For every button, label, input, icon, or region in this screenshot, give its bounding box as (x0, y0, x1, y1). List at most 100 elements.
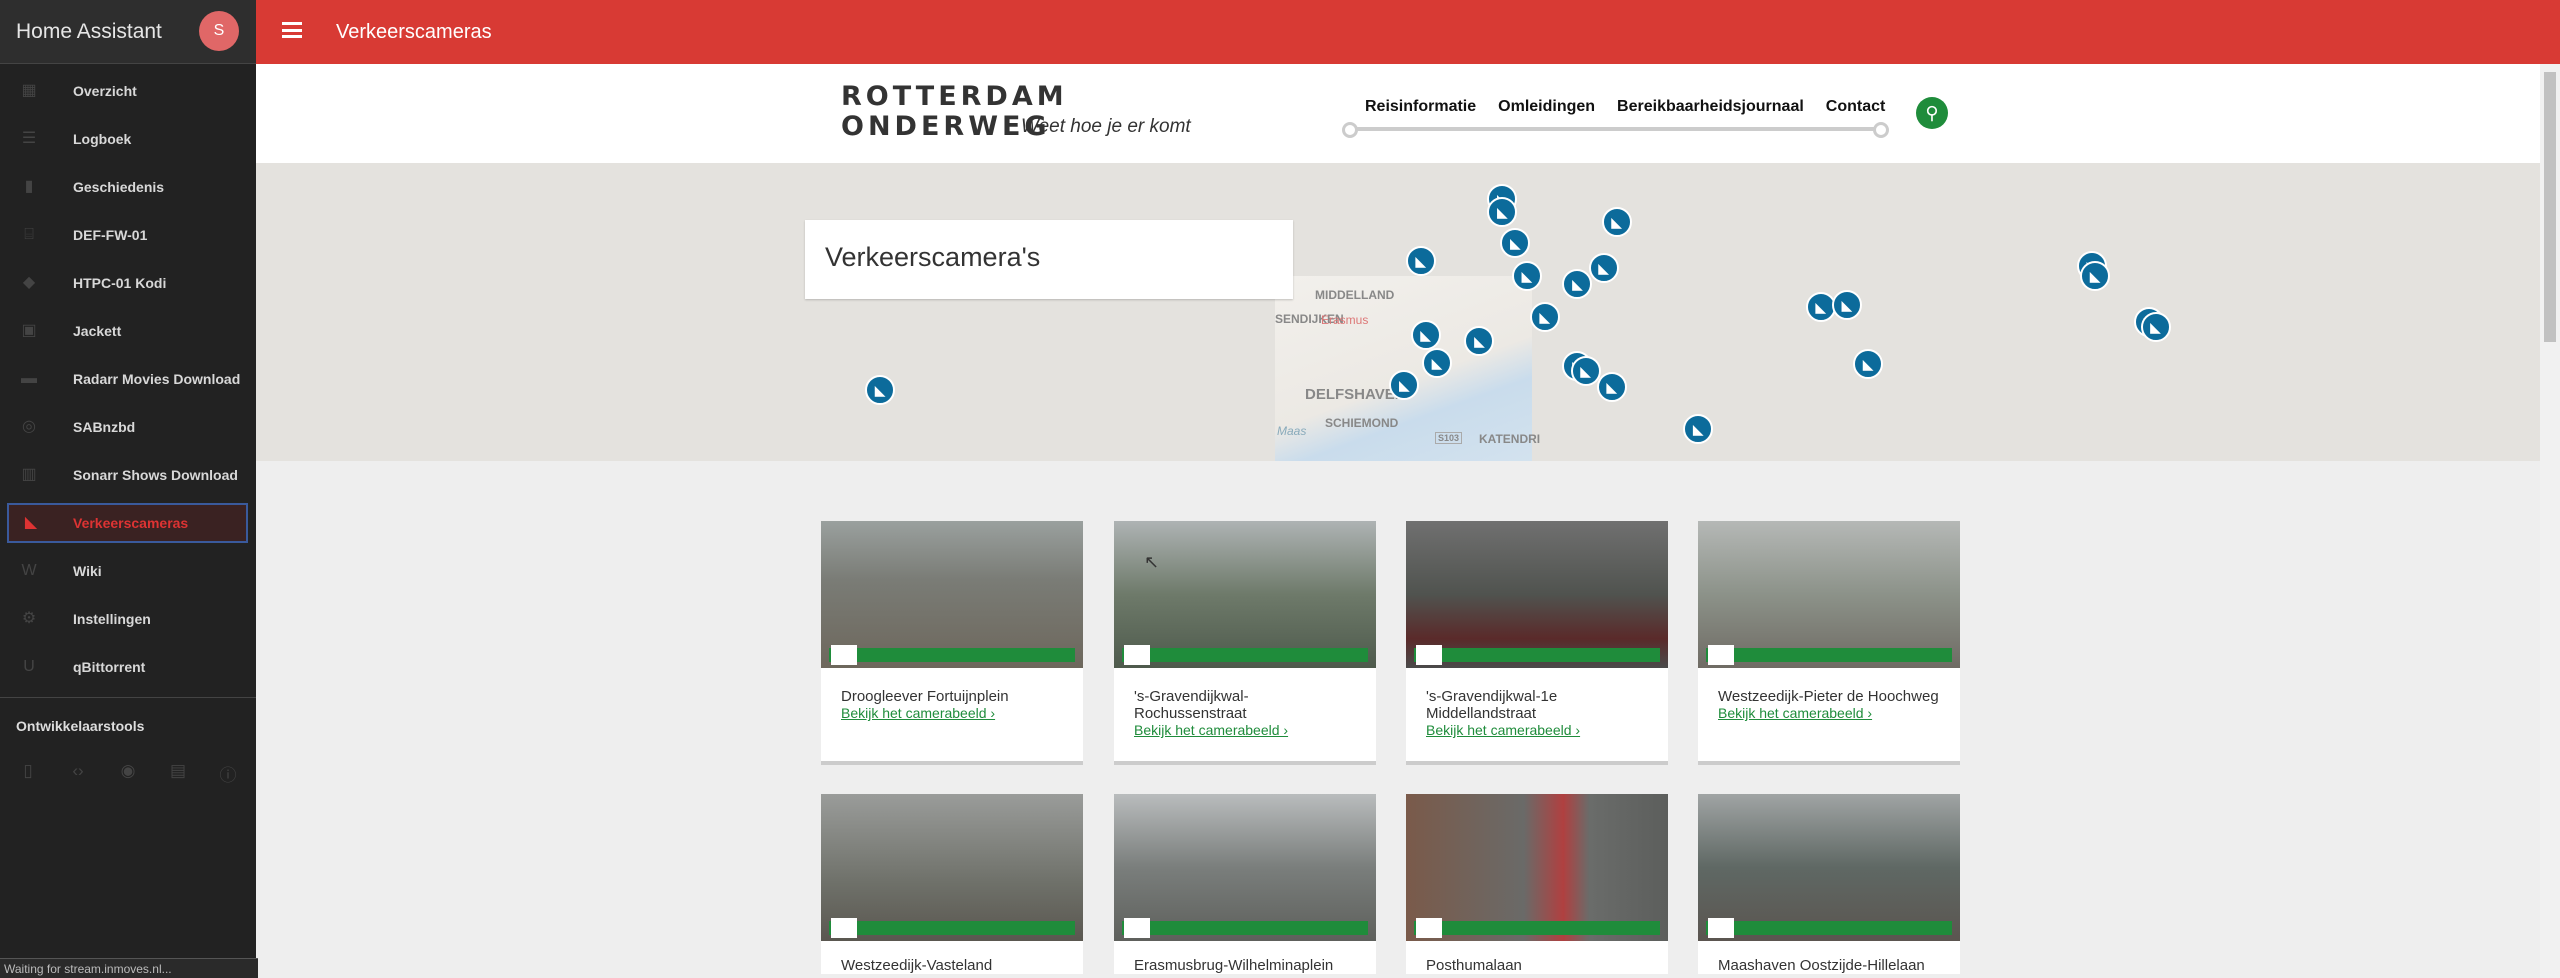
sidebar-item-label: Geschiedenis (73, 179, 165, 195)
camera-title: Erasmusbrug-Wilhelminaplein (1134, 957, 1334, 974)
sidebar-item-radarr-movies-download[interactable]: ▬ Radarr Movies Download (0, 359, 256, 399)
camera-link[interactable]: Bekijk het camerabeeld › (1698, 705, 1960, 721)
camera-marker[interactable]: ◣ (1570, 355, 1601, 386)
camera-marker[interactable]: ◣ (1405, 246, 1436, 277)
camera-card[interactable]: Droogleever Fortuijnplein Bekijk het came… (821, 521, 1083, 765)
camera-marker[interactable]: ◣ (1422, 347, 1453, 378)
broadcast-icon[interactable]: ◉ (117, 761, 139, 781)
file-code-icon[interactable]: ▤ (167, 761, 189, 781)
camera-caption-bar (1414, 645, 1660, 665)
gear-icon: ⚙ (21, 610, 37, 627)
sidebar-item-sonarr-shows-download[interactable]: ▥ Sonarr Shows Download (0, 455, 256, 495)
camera-title: Droogleever Fortuijnplein (841, 688, 1009, 705)
camera-marker[interactable]: ◣ (1562, 269, 1593, 300)
site-nav: Reisinformatie Omleidingen Bereikbaarhei… (1365, 98, 1885, 116)
mouse-cursor: ↖ (1144, 552, 1160, 572)
camera-title: 's-Gravendijkwal-1e Middellandstraat (1426, 688, 1558, 722)
chart-icon: ▮ (24, 178, 34, 195)
clapperboard-icon: ▬ (21, 370, 37, 387)
camera-marker[interactable]: ◣ (1500, 228, 1531, 259)
map-label: Erasmus (1321, 313, 1369, 327)
sidebar-item-qbittorrent[interactable]: UqBittorrent (0, 647, 256, 687)
map-label: Maas (1277, 424, 1307, 438)
sidebar-item-label: Verkeerscameras (73, 515, 189, 531)
camera-marker[interactable]: ◣ (1529, 301, 1560, 332)
camera-marker[interactable]: ◣ (865, 375, 896, 406)
camera-card[interactable]: Westzeedijk-Pieter de Hoochweg Bekijk het… (1698, 521, 1960, 765)
sidebar-item-htpc-01-kodi[interactable]: ◆ HTPC-01 Kodi (0, 263, 256, 303)
sidebar-item-verkeerscameras[interactable]: ◣ Verkeerscameras (7, 503, 248, 543)
camera-map[interactable]: MIDDELLAND SENDIJKEN Erasmus DELFSHAVEN … (256, 163, 2540, 461)
menu-icon[interactable] (282, 22, 302, 38)
camera-card[interactable]: 's-Gravendijkwal-1e Middellandstraat Beki… (1406, 521, 1668, 765)
camera-link[interactable]: Bekijk het camerabeeld › (821, 705, 1083, 721)
sidebar-item-def-fw-01[interactable]: ⌸ DEF-FW-01 (0, 215, 256, 255)
sidebar-item-label: Instellingen (73, 611, 151, 627)
camera-thumbnail[interactable] (1114, 521, 1376, 668)
camera-marker[interactable]: ◣ (1596, 372, 1627, 403)
camera-title: Maashaven Oostzijde-Hillelaan (1718, 957, 1925, 974)
camera-thumbnail[interactable] (1114, 794, 1376, 941)
film-icon: ▥ (21, 466, 37, 483)
page-title: Verkeerscameras (336, 20, 492, 43)
sidebar-item-logboek[interactable]: ☰ Logboek (0, 119, 256, 159)
sidebar-item-geschiedenis[interactable]: ▮ Geschiedenis (0, 167, 256, 207)
camera-caption-bar (829, 645, 1075, 665)
camera-card[interactable]: Westzeedijk-Vasteland (821, 794, 1083, 974)
camera-marker[interactable]: ◣ (1410, 319, 1441, 350)
camera-marker[interactable]: ◣ (2140, 311, 2171, 342)
camera-marker[interactable]: ◣ (1511, 260, 1542, 291)
camera-thumbnail[interactable] (821, 794, 1083, 941)
dev-tools-title: Ontwikkelaarstools (16, 718, 145, 734)
camera-thumbnail[interactable] (1406, 794, 1668, 941)
map-title: Verkeerscamera's (805, 220, 1293, 299)
camera-marker[interactable]: ◣ (1601, 207, 1632, 238)
cctv-icon: ◣ (24, 514, 38, 531)
scrollbar[interactable] (2540, 64, 2560, 978)
camera-marker[interactable]: ◣ (2080, 260, 2111, 291)
nav-contact[interactable]: Contact (1826, 98, 1886, 116)
info-icon[interactable]: ⓘ (217, 761, 239, 785)
camera-thumbnail[interactable] (1698, 794, 1960, 941)
nav-bereikbaarheidsjournaal[interactable]: Bereikbaarheidsjournaal (1617, 98, 1804, 116)
avatar[interactable]: S (199, 11, 239, 51)
camera-caption-bar (829, 918, 1075, 938)
camera-marker[interactable]: ◣ (1683, 414, 1714, 445)
sidebar-item-label: qBittorrent (73, 659, 146, 675)
camera-card[interactable]: Maashaven Oostzijde-Hillelaan (1698, 794, 1960, 974)
sidebar-item-label: DEF-FW-01 (73, 227, 148, 243)
camera-thumbnail[interactable] (1698, 521, 1960, 668)
sidebar-item-label: Sonarr Shows Download (73, 467, 238, 483)
camera-card[interactable]: Posthumalaan (1406, 794, 1668, 974)
camera-marker[interactable]: ◣ (1853, 349, 1884, 380)
sidebar-item-sabnzbd[interactable]: ◎ SABnzbd (0, 407, 256, 447)
top-bar: Verkeerscameras (256, 0, 2560, 64)
scrollbar-thumb[interactable] (2544, 72, 2556, 342)
camera-thumbnail[interactable] (1406, 521, 1668, 668)
camera-card[interactable]: Erasmusbrug-Wilhelminaplein (1114, 794, 1376, 974)
camera-link[interactable]: Bekijk het camerabeeld › (1114, 722, 1376, 738)
magnet-icon: U (23, 658, 35, 675)
nav-reisinformatie[interactable]: Reisinformatie (1365, 98, 1476, 116)
camera-caption-bar (1122, 645, 1368, 665)
sidebar-item-instellingen[interactable]: ⚙ Instellingen (0, 599, 256, 639)
router-icon: ⌸ (24, 226, 34, 243)
sidebar-item-wiki[interactable]: W Wiki (0, 551, 256, 591)
remote-icon[interactable]: ▯ (17, 761, 39, 781)
app-title: Home Assistant (16, 19, 162, 43)
sidebar-item-jackett[interactable]: ▣ Jackett (0, 311, 256, 351)
map-label: KATENDRI (1479, 432, 1541, 446)
sidebar-item-label: Logboek (73, 131, 132, 147)
camera-marker[interactable]: ◣ (1831, 290, 1862, 321)
logo-tagline: Weet hoe je er komt (1021, 116, 1191, 137)
camera-link[interactable]: Bekijk het camerabeeld › (1406, 722, 1668, 738)
camera-marker[interactable]: ◣ (1588, 252, 1619, 283)
logo[interactable]: ROTTERDAM ONDERWEG Weet hoe je er komt (841, 82, 1191, 142)
sidebar-item-overzicht[interactable]: ▦ Overzicht (0, 71, 256, 111)
camera-thumbnail[interactable] (821, 521, 1083, 668)
nav-omleidingen[interactable]: Omleidingen (1498, 98, 1595, 116)
camera-marker[interactable]: ◣ (1487, 197, 1518, 228)
search-icon[interactable]: ⚲ (1916, 97, 1948, 129)
status-bar: Waiting for stream.inmoves.nl... (0, 958, 258, 978)
code-icon[interactable]: ‹› (67, 761, 89, 781)
